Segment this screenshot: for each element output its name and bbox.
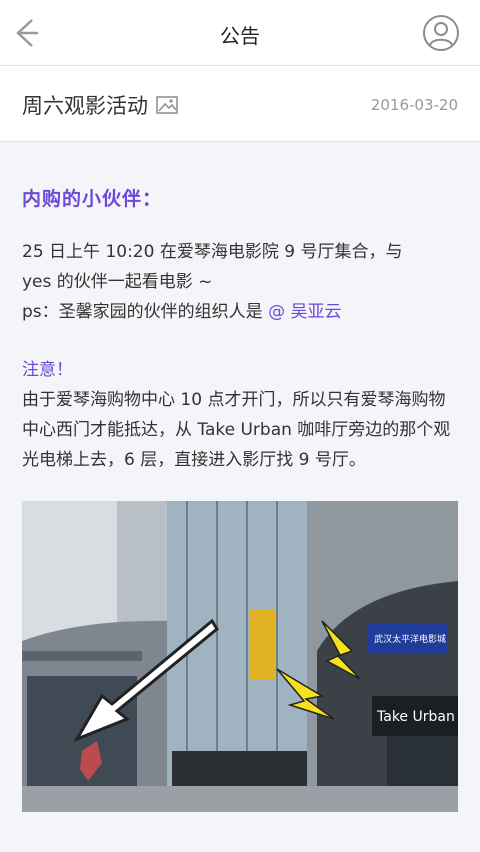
article-title: 周六观影活动 bbox=[22, 94, 148, 118]
organizer-line: ps：圣馨家园的伙伴的组织人是 @ 吴亚云 bbox=[22, 297, 458, 327]
notice-text: 由于爱琴海购物中心 10 点才开门，所以只有爱琴海购物中心西门才能抵达，从 Ta… bbox=[22, 390, 451, 470]
article-date: 2016-03-20 bbox=[370, 96, 458, 114]
article-header: 周六观影活动 2016-03-20 bbox=[0, 66, 480, 142]
top-nav-bar: 公告 bbox=[0, 0, 480, 66]
venue-photo[interactable]: 武汉太平洋电影城 Take Urban bbox=[22, 501, 458, 812]
article-title-row: 周六观影活动 bbox=[22, 90, 178, 120]
meeting-paragraph: 25 日上午 10:20 在爱琴海电影院 9 号厅集合，与 yes 的伙伴一起看… bbox=[22, 237, 458, 327]
page-title: 公告 bbox=[220, 24, 260, 48]
article-body: 内购的小伙伴： 25 日上午 10:20 在爱琴海电影院 9 号厅集合，与 ye… bbox=[0, 184, 480, 812]
venue-photo-illustration: 武汉太平洋电影城 Take Urban bbox=[22, 501, 458, 812]
cinema-sign-text: 武汉太平洋电影城 bbox=[374, 633, 446, 645]
user-avatar-icon[interactable] bbox=[422, 14, 460, 52]
image-icon bbox=[156, 96, 178, 114]
meeting-line-2: yes 的伙伴一起看电影 ~ bbox=[22, 272, 213, 292]
organizer-prefix: ps：圣馨家园的伙伴的组织人是 bbox=[22, 302, 263, 322]
take-urban-sign-text: Take Urban bbox=[376, 709, 455, 725]
meeting-line-1: 25 日上午 10:20 在爱琴海电影院 9 号厅集合，与 bbox=[22, 242, 403, 262]
notice-heading: 注意！ bbox=[22, 360, 73, 380]
organizer-mention-link[interactable]: @ 吴亚云 bbox=[268, 302, 341, 322]
section-heading: 内购的小伙伴： bbox=[22, 188, 163, 210]
